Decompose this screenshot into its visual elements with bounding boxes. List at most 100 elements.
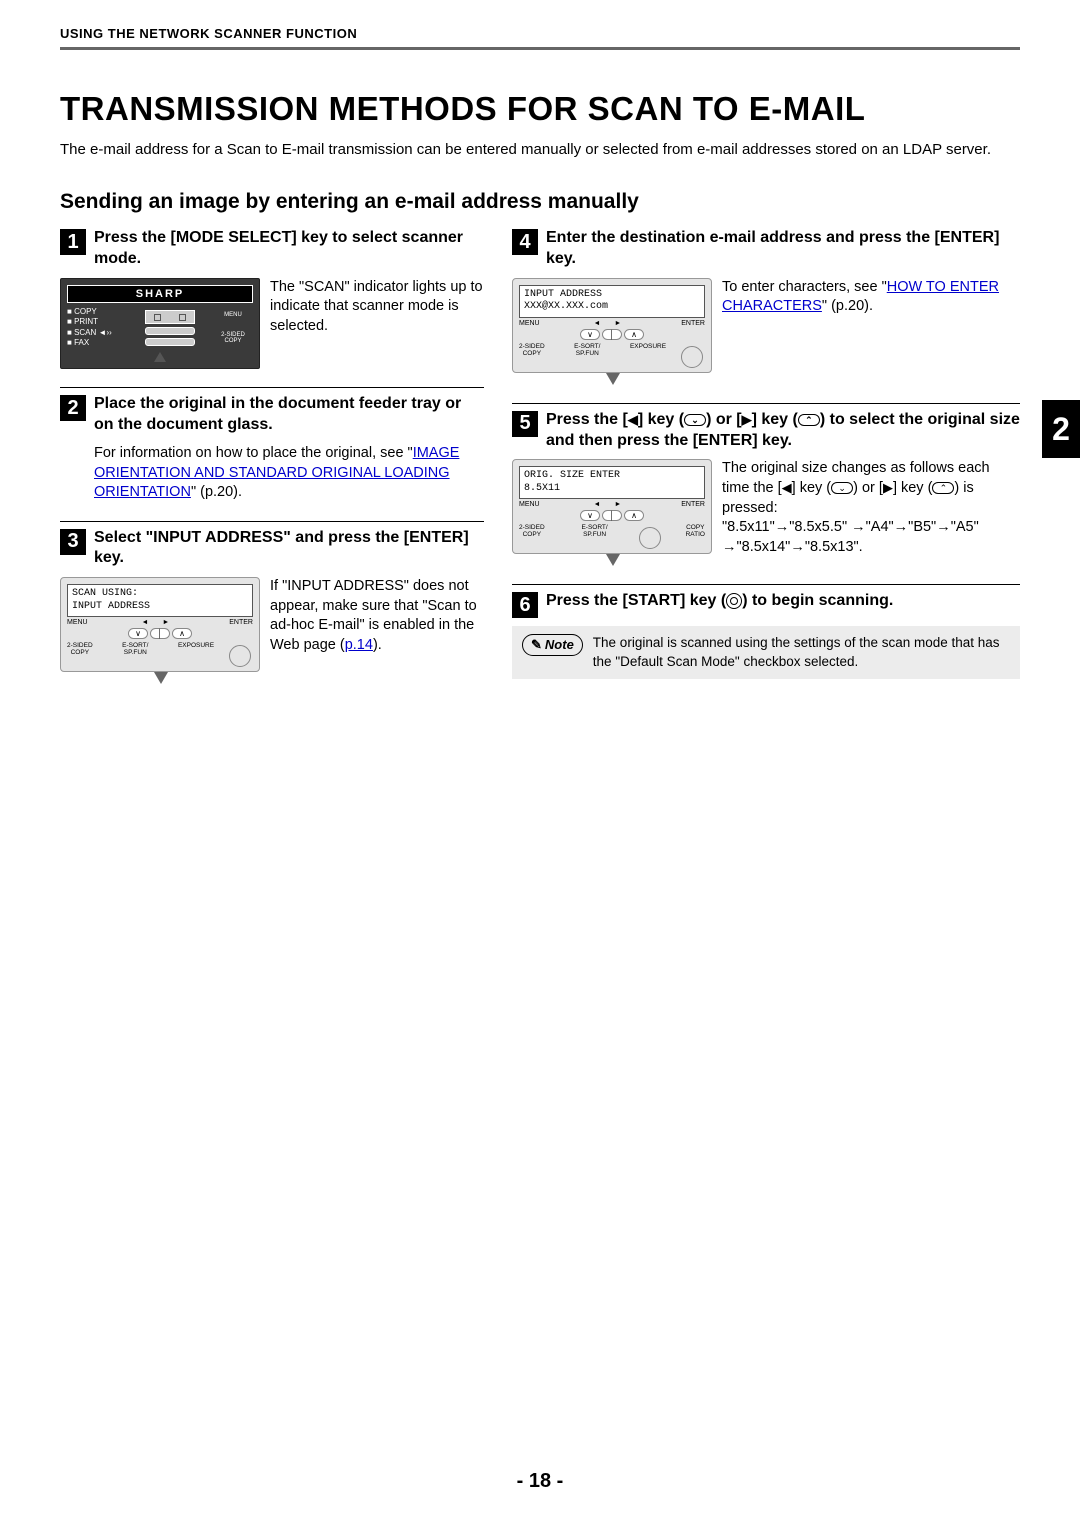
arrow-indicators-icon: ◄ ► bbox=[594, 320, 628, 327]
step-number: 4 bbox=[512, 229, 538, 255]
enter-label: ENTER bbox=[229, 619, 253, 626]
intro-text: The e-mail address for a Scan to E-mail … bbox=[60, 140, 1020, 160]
lcd-illustration: INPUT ADDRESS XXX@XX.XXX.com MENU ◄ ► ENTE… bbox=[512, 278, 712, 385]
exposure-label: EXPOSURE bbox=[630, 344, 666, 358]
step-number: 1 bbox=[60, 229, 86, 255]
down-key-icon: ∨ bbox=[580, 329, 600, 340]
step-5: 5 Press the [◀] key (⌄) or [▶] key (⌃) t… bbox=[512, 403, 1020, 567]
up-key-glyph-icon: ⌃ bbox=[932, 482, 954, 494]
step-title: Press the [START] key () to begin scanni… bbox=[546, 591, 893, 612]
step-title: Press the [MODE SELECT] key to select sc… bbox=[94, 228, 484, 270]
running-header: USING THE NETWORK SCANNER FUNCTION bbox=[60, 26, 1020, 41]
enter-label: ENTER bbox=[681, 501, 705, 508]
lcd-line-2: 8.5X11 bbox=[524, 483, 700, 496]
step-1: 1 Press the [MODE SELECT] key to select … bbox=[60, 228, 484, 369]
step-6: 6 Press the [START] key () to begin scan… bbox=[512, 584, 1020, 678]
esort-label: E-SORT/ SP.FUN bbox=[574, 344, 600, 358]
step-title: Enter the destination e-mail address and… bbox=[546, 228, 1020, 270]
mode-select-key-icon bbox=[145, 327, 195, 335]
two-sided-copy-label: 2-SIDED COPY bbox=[519, 525, 545, 539]
step-title: Place the original in the document feede… bbox=[94, 394, 484, 436]
step-number: 3 bbox=[60, 529, 86, 555]
menu-label: MENU bbox=[519, 320, 540, 327]
menu-label: MENU bbox=[213, 312, 253, 318]
up-key-icon: ∧ bbox=[624, 510, 644, 521]
esort-label: E-SORT/ SP.FUN bbox=[581, 525, 607, 539]
step-body-text: The "SCAN" indicator lights up to indica… bbox=[270, 278, 484, 370]
step-number: 5 bbox=[512, 411, 538, 437]
right-arrow-icon: ▶ bbox=[883, 480, 893, 495]
menu-label: MENU bbox=[67, 619, 88, 626]
step-title: Select "INPUT ADDRESS" and press the [EN… bbox=[94, 528, 484, 570]
down-key-glyph-icon: ⌄ bbox=[831, 482, 853, 494]
down-key-glyph-icon: ⌄ bbox=[684, 414, 706, 426]
brand-logo: SHARP bbox=[67, 285, 253, 303]
callout-arrow-icon bbox=[606, 554, 620, 566]
step-divider bbox=[60, 521, 484, 522]
round-button-icon bbox=[229, 645, 251, 667]
lcd-line-2: INPUT ADDRESS bbox=[72, 601, 248, 614]
lcd-illustration: ORIG. SIZE ENTER 8.5X11 MENU ◄ ► ENTER ∨ │… bbox=[512, 459, 712, 566]
up-key-icon: ∧ bbox=[624, 329, 644, 340]
exposure-label: EXPOSURE bbox=[178, 643, 214, 657]
two-sided-copy-label: 2-SIDED COPY bbox=[519, 344, 545, 358]
lcd-line-1: ORIG. SIZE ENTER bbox=[524, 470, 700, 483]
left-arrow-icon: ◀ bbox=[782, 480, 792, 495]
step-number: 2 bbox=[60, 395, 86, 421]
note-text: The original is scanned using the settin… bbox=[593, 634, 1010, 670]
step-body-text: For information on how to place the orig… bbox=[94, 444, 484, 503]
callout-arrow-icon bbox=[154, 352, 166, 362]
page-link[interactable]: p.14 bbox=[345, 637, 373, 653]
step-body-text: The original size changes as follows eac… bbox=[722, 459, 1020, 566]
step-body-text: To enter characters, see "HOW TO ENTER C… bbox=[722, 278, 1020, 385]
step-divider bbox=[512, 403, 1020, 404]
chapter-tab: 2 bbox=[1042, 400, 1080, 458]
step-2: 2 Place the original in the document fee… bbox=[60, 387, 484, 502]
down-key-icon: ∨ bbox=[128, 628, 148, 639]
key-icon bbox=[145, 338, 195, 346]
lcd-line-1: SCAN USING: bbox=[72, 588, 248, 601]
up-key-glyph-icon: ⌃ bbox=[798, 414, 820, 426]
mode-scan: ■ SCAN ◄›› bbox=[67, 328, 127, 338]
mode-print: ■ PRINT bbox=[67, 317, 127, 327]
bar-key-icon: │ bbox=[602, 329, 622, 340]
step-divider bbox=[512, 584, 1020, 585]
page-title: TRANSMISSION METHODS FOR SCAN TO E-MAIL bbox=[60, 90, 1020, 128]
round-button-icon bbox=[639, 527, 661, 549]
up-key-icon: ∧ bbox=[172, 628, 192, 639]
mode-fax: ■ FAX bbox=[67, 338, 127, 348]
lcd-line-1: INPUT ADDRESS bbox=[524, 289, 700, 302]
mode-copy: ■ COPY bbox=[67, 307, 127, 317]
callout-arrow-icon bbox=[154, 672, 168, 684]
two-sided-copy-label: 2-SIDED COPY bbox=[213, 332, 253, 344]
bar-key-icon: │ bbox=[602, 510, 622, 521]
enter-label: ENTER bbox=[681, 320, 705, 327]
header-rule bbox=[60, 47, 1020, 50]
control-panel-illustration: SHARP ■ COPY ■ PRINT ■ SCAN ◄›› ■ FAX bbox=[60, 278, 260, 370]
callout-arrow-icon bbox=[606, 373, 620, 385]
step-4: 4 Enter the destination e-mail address a… bbox=[512, 228, 1020, 385]
menu-label: MENU bbox=[519, 501, 540, 508]
arrow-indicators-icon: ◄ ► bbox=[594, 501, 628, 508]
left-arrow-icon: ◀ bbox=[628, 412, 638, 427]
step-body-text: If "INPUT ADDRESS" does not appear, make… bbox=[270, 577, 484, 684]
start-key-icon bbox=[726, 593, 742, 609]
lcd-illustration: SCAN USING: INPUT ADDRESS MENU ◄ ► ENTER ∨… bbox=[60, 577, 260, 684]
step-number: 6 bbox=[512, 592, 538, 618]
step-title: Press the [◀] key (⌄) or [▶] key (⌃) to … bbox=[546, 410, 1020, 452]
down-key-icon: ∨ bbox=[580, 510, 600, 521]
right-arrow-icon: ▶ bbox=[742, 412, 752, 427]
round-button-icon bbox=[681, 346, 703, 368]
copy-ratio-label: COPY RATIO bbox=[686, 525, 705, 539]
note-label: Note bbox=[522, 634, 583, 656]
step-3: 3 Select "INPUT ADDRESS" and press the [… bbox=[60, 521, 484, 685]
arrow-indicators-icon: ◄ ► bbox=[142, 619, 176, 626]
subheading: Sending an image by entering an e-mail a… bbox=[60, 190, 1020, 214]
esort-label: E-SORT/ SP.FUN bbox=[122, 643, 148, 657]
two-sided-copy-label: 2-SIDED COPY bbox=[67, 643, 93, 657]
page-number: - 18 - bbox=[0, 1470, 1080, 1493]
step-divider bbox=[60, 387, 484, 388]
lcd-line-2: XXX@XX.XXX.com bbox=[524, 301, 700, 314]
lcd-icon bbox=[145, 310, 195, 324]
note-box: Note The original is scanned using the s… bbox=[512, 626, 1020, 678]
